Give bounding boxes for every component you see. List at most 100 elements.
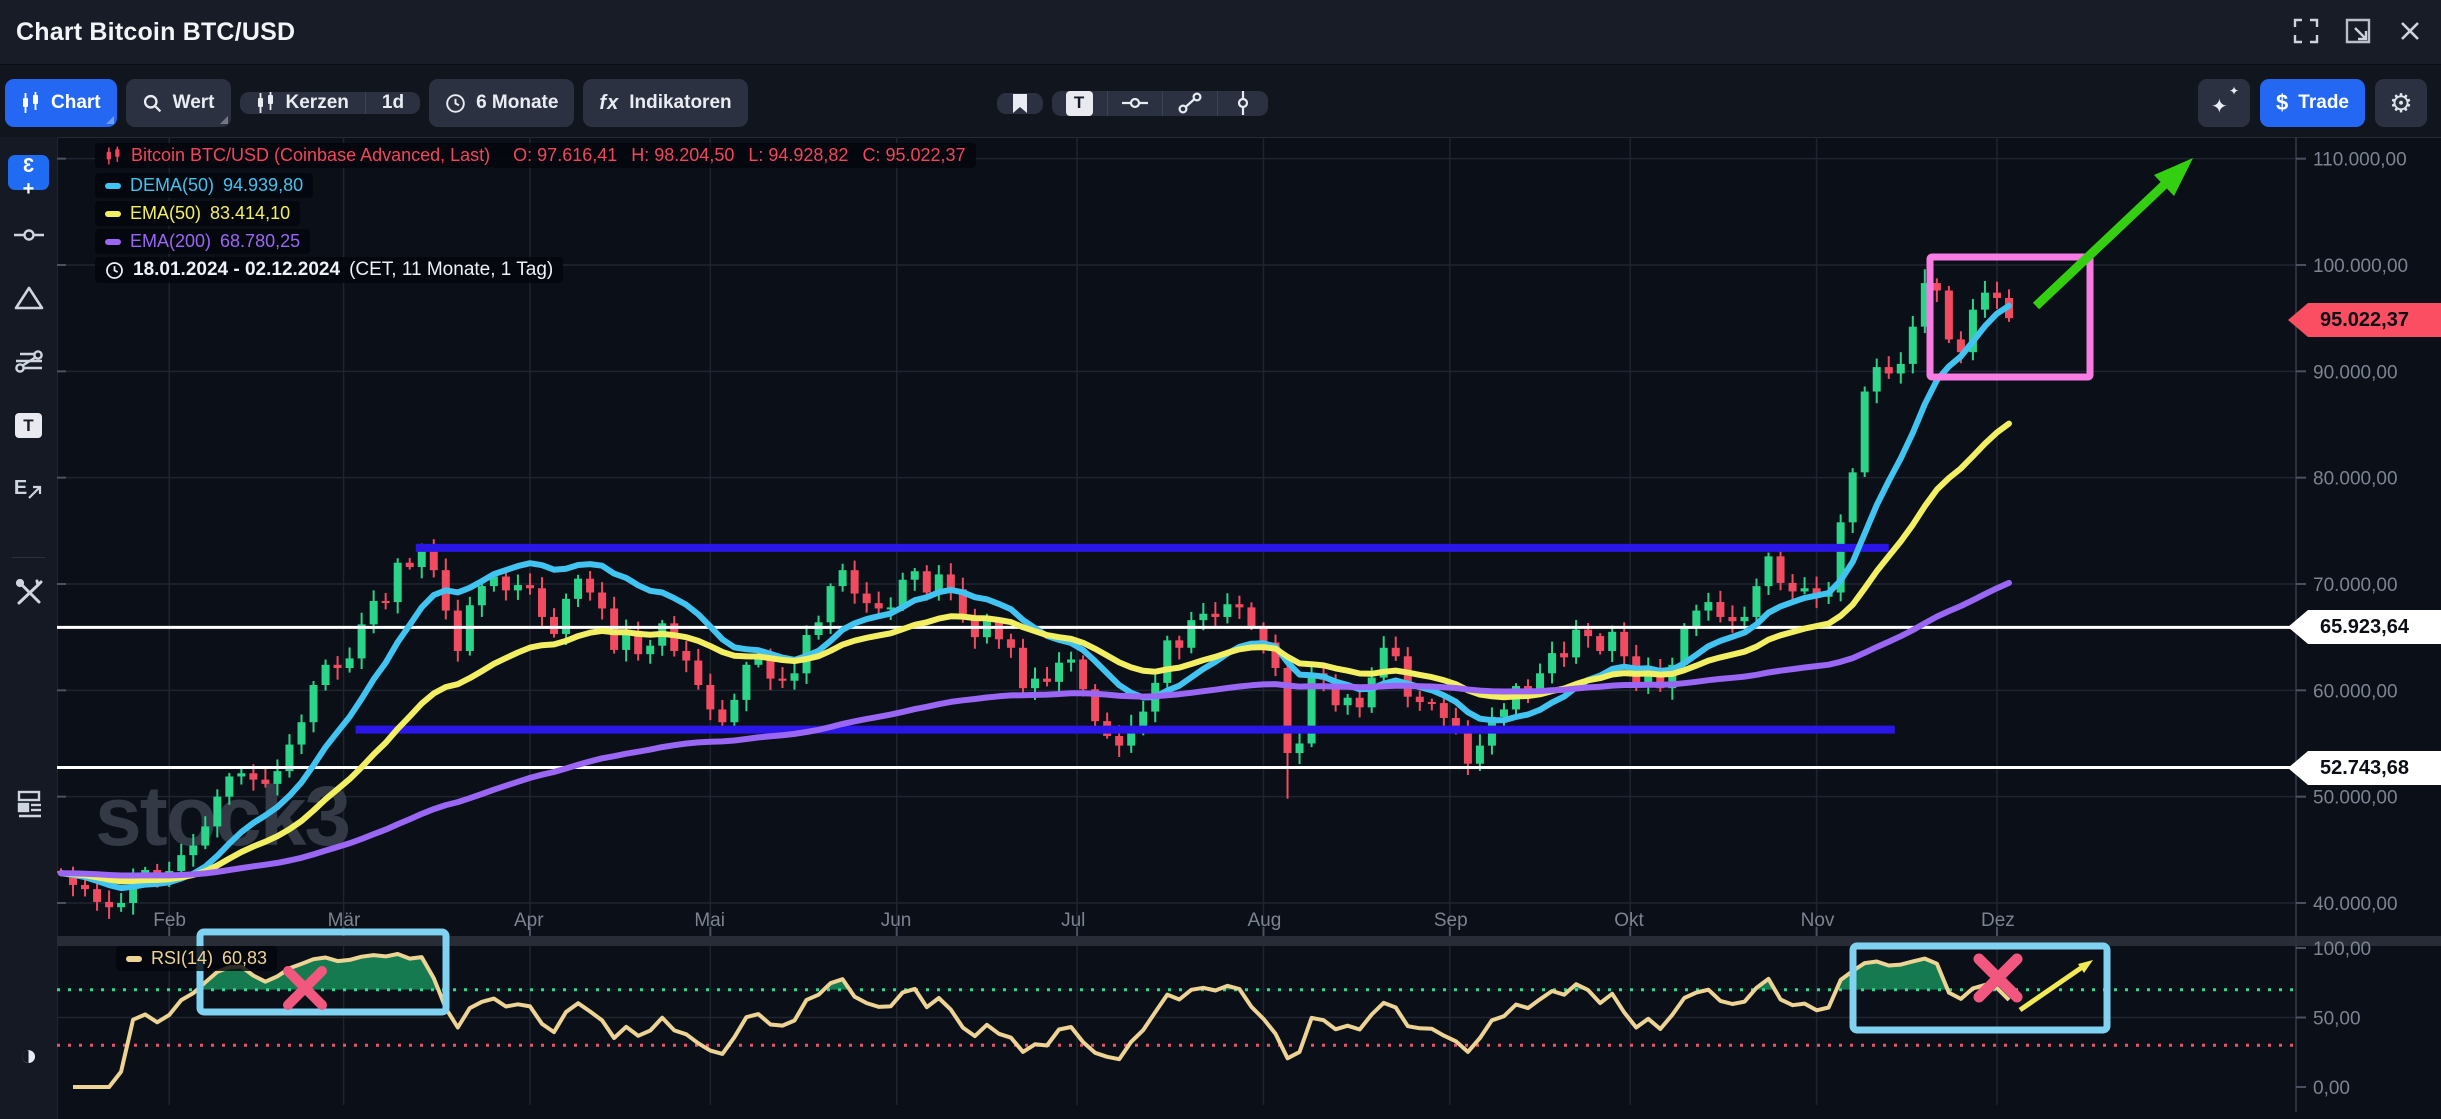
contrast-circle-icon: ◑: [19, 1039, 37, 1073]
ohlc-values: O: 97.616,41 H: 98.204,50 L: 94.928,82 C…: [499, 145, 965, 166]
svg-text:100.000,00: 100.000,00: [2313, 256, 2408, 277]
sidebar-layout-templates[interactable]: [0, 789, 57, 819]
fx-icon: fx: [599, 92, 619, 115]
chart-type-button[interactable]: Kerzen: [240, 92, 365, 114]
sidebar-edit-forecast-tool[interactable]: E: [0, 477, 57, 500]
candlestick-icon: [21, 92, 41, 114]
trade-label: Trade: [2298, 92, 2349, 114]
crossed-tools-icon: [14, 579, 44, 607]
sidebar-shapes-tool[interactable]: [0, 285, 57, 311]
symbol-legend[interactable]: Bitcoin BTC/USD (Coinbase Advanced, Last…: [95, 143, 976, 168]
svg-text:Jun: Jun: [881, 910, 912, 931]
sidebar-tools-settings[interactable]: [0, 579, 57, 607]
edit-arrow-icon: E: [14, 477, 43, 500]
chart-application-window: Chart Bitcoin BTC/USD: [0, 0, 2441, 1119]
drawing-sidebar: 3+ T E: [0, 137, 58, 1119]
close-icon[interactable]: [2395, 16, 2425, 46]
ema200-label: EMA(200): [130, 231, 211, 252]
svg-text:Jul: Jul: [1061, 910, 1085, 931]
ema50-value: 83.414,10: [210, 203, 290, 224]
high-value: H: 98.204,50: [631, 145, 734, 166]
chart-mode-button[interactable]: Chart: [5, 79, 117, 127]
triangle-icon: [14, 285, 44, 311]
ema50-legend[interactable]: EMA(50) 83.414,10: [95, 201, 300, 226]
clock-icon: [445, 93, 466, 114]
dema-legend[interactable]: DEMA(50) 94.939,80: [95, 173, 313, 198]
bookmark-icon: [1011, 93, 1029, 114]
interval-label: 1d: [382, 92, 404, 114]
vertical-line-icon: [1232, 91, 1254, 115]
timerange-button[interactable]: 6 Monate: [429, 79, 574, 127]
timerange-label: 6 Monate: [476, 92, 558, 114]
candles: [57, 269, 2013, 919]
svg-text:50.000,00: 50.000,00: [2313, 788, 2398, 809]
indicators-label: Indikatoren: [629, 92, 731, 114]
text-tool-button[interactable]: T: [1052, 91, 1107, 116]
vline-tool-button[interactable]: [1217, 91, 1268, 116]
level-high-badge: 65.923,64: [2288, 610, 2441, 644]
fullscreen-icon[interactable]: [2291, 16, 2321, 46]
svg-text:Mai: Mai: [694, 910, 725, 931]
trade-button[interactable]: $ Trade: [2260, 79, 2365, 127]
toolbar: Chart Wert Kerzen 1d: [0, 65, 2441, 138]
interval-button[interactable]: 1d: [365, 92, 420, 114]
horizontal-line-icon: [1122, 92, 1148, 114]
svg-text:80.000,00: 80.000,00: [2313, 469, 2398, 490]
date-range-legend[interactable]: 18.01.2024 - 02.12.2024 (CET, 11 Monate,…: [95, 257, 563, 283]
indicators-button[interactable]: fx Indikatoren: [583, 79, 747, 127]
rsi-value: 60,83: [222, 948, 267, 969]
DEMA(50)-line: [61, 306, 2009, 888]
dollar-icon: $: [2276, 90, 2288, 116]
symbol-search-button[interactable]: Wert: [126, 79, 231, 127]
candlestick-icon: [256, 92, 276, 114]
close-value: C: 95.022,37: [862, 145, 965, 166]
svg-text:90.000,00: 90.000,00: [2313, 362, 2398, 383]
svg-text:Okt: Okt: [1614, 910, 1644, 931]
ema200-legend[interactable]: EMA(200) 68.780,25: [95, 229, 310, 254]
open-value: O: 97.616,41: [513, 145, 617, 166]
svg-text:0,00: 0,00: [2313, 1078, 2350, 1099]
hline-tool-button[interactable]: [1107, 91, 1162, 116]
svg-text:Nov: Nov: [1801, 910, 1835, 931]
layout-icon: [14, 789, 44, 819]
rsi-label: RSI(14): [151, 948, 213, 969]
sidebar-text-tool[interactable]: T: [0, 413, 57, 438]
window-title: Chart Bitcoin BTC/USD: [16, 18, 295, 47]
dema-swatch: [105, 183, 121, 189]
price-chart[interactable]: stock3110.000,00100.000,0090.000,0080.00…: [57, 137, 2441, 1119]
svg-text:110.000,00: 110.000,00: [2313, 150, 2407, 171]
last-price-badge: 95.022,37: [2288, 303, 2441, 337]
theme-toggle[interactable]: ◑: [0, 1039, 57, 1073]
settings-button[interactable]: ⚙: [2375, 79, 2427, 127]
clock-icon: [105, 261, 124, 280]
EMA(50)-line: [61, 424, 2009, 882]
svg-text:Apr: Apr: [514, 910, 544, 931]
chart-type-label: Kerzen: [286, 92, 349, 114]
drawing-tools-group: T: [1052, 91, 1268, 116]
sidebar-hline-tool[interactable]: [0, 223, 57, 247]
rsi-pane: [57, 954, 2296, 1087]
rsi-legend[interactable]: RSI(14) 60,83: [116, 946, 277, 971]
chart-mode-label: Chart: [51, 92, 101, 114]
low-value: L: 94.928,82: [748, 145, 848, 166]
ema50-swatch: [105, 211, 121, 217]
trendline-tool-button[interactable]: [1162, 91, 1217, 116]
ai-assistant-button[interactable]: ✦✦: [2198, 79, 2250, 127]
bookmark-button[interactable]: [997, 93, 1043, 114]
search-icon: [142, 93, 163, 114]
ema200-value: 68.780,25: [220, 231, 300, 252]
moving-average-lines: [61, 306, 2009, 888]
svg-text:100,00: 100,00: [2313, 939, 2371, 960]
svg-text:Sep: Sep: [1434, 910, 1468, 931]
stock3-logo[interactable]: 3+: [0, 155, 57, 190]
drawing-annotations[interactable]: [200, 158, 2193, 1030]
sidebar-indicator-lines-tool[interactable]: [0, 349, 57, 375]
svg-text:70.000,00: 70.000,00: [2313, 575, 2398, 596]
level-high-value: 65.923,64: [2320, 616, 2409, 639]
popout-icon[interactable]: [2343, 16, 2373, 46]
svg-text:60.000,00: 60.000,00: [2313, 681, 2398, 702]
symbol-name: Bitcoin BTC/USD (Coinbase Advanced, Last…: [131, 145, 490, 166]
sparkles-icon: ✦✦: [2211, 90, 2237, 116]
symbol-search-label: Wert: [173, 92, 215, 114]
toolbar-left: Chart Wert Kerzen 1d: [5, 79, 1268, 127]
